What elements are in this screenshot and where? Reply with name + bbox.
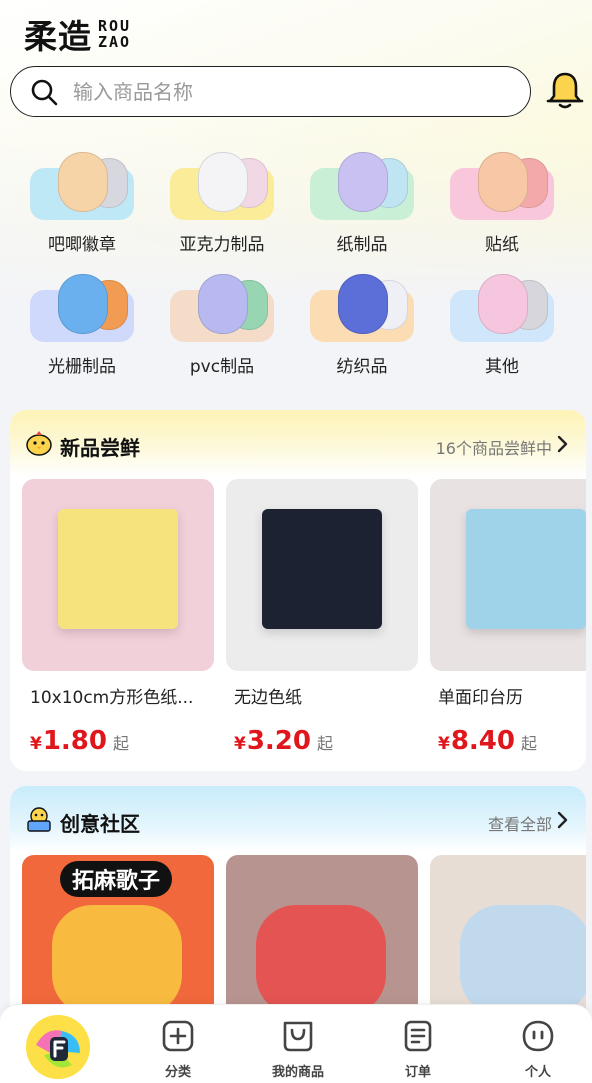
category-thumbnail [310,150,414,220]
product-image [430,479,586,671]
price-currency: ¥ [234,734,246,754]
category-figure [338,274,388,334]
category-item[interactable]: 纸制品 [297,150,427,255]
price-suffix: 起 [521,734,538,753]
category-label: 光栅制品 [48,357,116,377]
new-products-section: 新品尝鲜 16个商品尝鲜中 10x10cm方形色纸... ¥1.80 起 无边色纸 ¥3… [10,410,586,771]
category-figure [58,152,108,212]
category-figure [338,152,388,212]
new-products-title: 新品尝鲜 [60,436,140,460]
category-label: 贴纸 [485,235,519,255]
bell-icon[interactable] [546,70,584,110]
community-post-artwork [460,905,586,1015]
category-figure [198,274,248,334]
order-list-icon [404,1020,432,1052]
product-name: 无边色纸 [234,688,302,708]
product-price: ¥3.20 起 [226,726,418,756]
category-thumbnail [450,150,554,220]
logo-english: ROU ZAO [98,17,132,51]
brand-home-icon[interactable] [26,1015,90,1079]
product-price: ¥8.40 起 [430,726,586,756]
price-value: 3.20 [246,726,311,756]
chevron-right-icon[interactable] [556,435,568,453]
category-label: 吧唧徽章 [48,235,116,255]
price-currency: ¥ [438,734,450,754]
community-post-artwork [52,905,182,1015]
product-image [226,479,418,671]
category-figure [478,274,528,334]
price-suffix: 起 [317,734,334,753]
category-thumbnail [170,272,274,342]
chevron-right-icon[interactable] [556,811,568,829]
community-title: 创意社区 [60,812,140,836]
category-label: 纸制品 [336,235,388,255]
tab-category-label: 分类 [164,1065,191,1080]
price-suffix: 起 [113,734,130,753]
tab-category[interactable]: 分类 [133,1019,223,1080]
tab-orders-label: 订单 [404,1065,431,1080]
category-figure [478,152,528,212]
app-header: 柔造 ROU ZAO [0,0,592,130]
product-image-artwork [262,509,382,629]
category-thumbnail [30,272,134,342]
community-post-artwork [256,905,386,1015]
category-item[interactable]: 光栅制品 [17,272,147,377]
category-item[interactable]: 贴纸 [437,150,567,255]
product-price: ¥1.80 起 [22,726,214,756]
price-value: 8.40 [450,726,515,756]
community-header: 创意社区 查看全部 [10,786,586,852]
category-label: 亚克力制品 [179,235,265,255]
product-card[interactable]: 单面印台历 ¥8.40 起 [430,479,586,756]
tab-my-products[interactable]: 我的商品 [253,1019,343,1080]
community-more-link[interactable]: 查看全部 [488,811,552,835]
category-item[interactable]: 其他 [437,272,567,377]
category-thumbnail [30,150,134,220]
category-thumbnail [310,272,414,342]
community-section: 创意社区 查看全部 拓麻歌子 [10,786,586,1026]
category-item[interactable]: 纺织品 [297,272,427,377]
category-item[interactable]: 亚克力制品 [157,150,287,255]
category-thumbnail [170,150,274,220]
brand-home-graphic [26,1015,90,1079]
product-image-artwork [466,509,586,629]
category-plus-icon [162,1020,194,1052]
category-figure [198,152,248,212]
product-card[interactable]: 无边色纸 ¥3.20 起 [226,479,418,756]
profile-face-icon [522,1020,554,1052]
community-post[interactable] [430,855,586,1025]
community-post-caption: 拓麻歌子 [60,861,173,897]
tab-profile[interactable]: 个人 [493,1019,583,1080]
category-label: pvc制品 [189,357,255,377]
category-label: 其他 [485,357,519,377]
price-value: 1.80 [42,726,107,756]
tab-profile-label: 个人 [524,1065,551,1080]
category-item[interactable]: pvc制品 [157,272,287,377]
bottom-tab-bar: 分类 我的商品 订单 个人 [0,1004,592,1083]
product-name: 单面印台历 [438,688,523,708]
category-thumbnail [450,272,554,342]
chick-icon [26,431,52,456]
tab-my-products-label: 我的商品 [271,1065,324,1080]
new-products-header: 新品尝鲜 16个商品尝鲜中 [10,410,586,476]
tab-orders[interactable]: 订单 [373,1019,463,1080]
product-card[interactable]: 10x10cm方形色纸... ¥1.80 起 [22,479,214,756]
community-post[interactable] [226,855,418,1025]
product-image-artwork [58,509,178,629]
product-name: 10x10cm方形色纸... [30,688,194,708]
search-bar[interactable] [10,66,531,117]
price-currency: ¥ [30,734,42,754]
community-post[interactable]: 拓麻歌子 [22,855,214,1025]
chick-basket-icon [27,807,51,832]
category-figure [58,274,108,334]
product-image [22,479,214,671]
brand-logo: 柔造 ROU ZAO [24,10,131,58]
category-item[interactable]: 吧唧徽章 [17,150,147,255]
search-icon [31,79,58,105]
new-products-more-link[interactable]: 16个商品尝鲜中 [436,435,552,459]
search-input[interactable] [73,79,493,104]
bag-icon [283,1021,313,1052]
category-label: 纺织品 [336,357,388,377]
logo-chinese: 柔造 [24,17,92,56]
